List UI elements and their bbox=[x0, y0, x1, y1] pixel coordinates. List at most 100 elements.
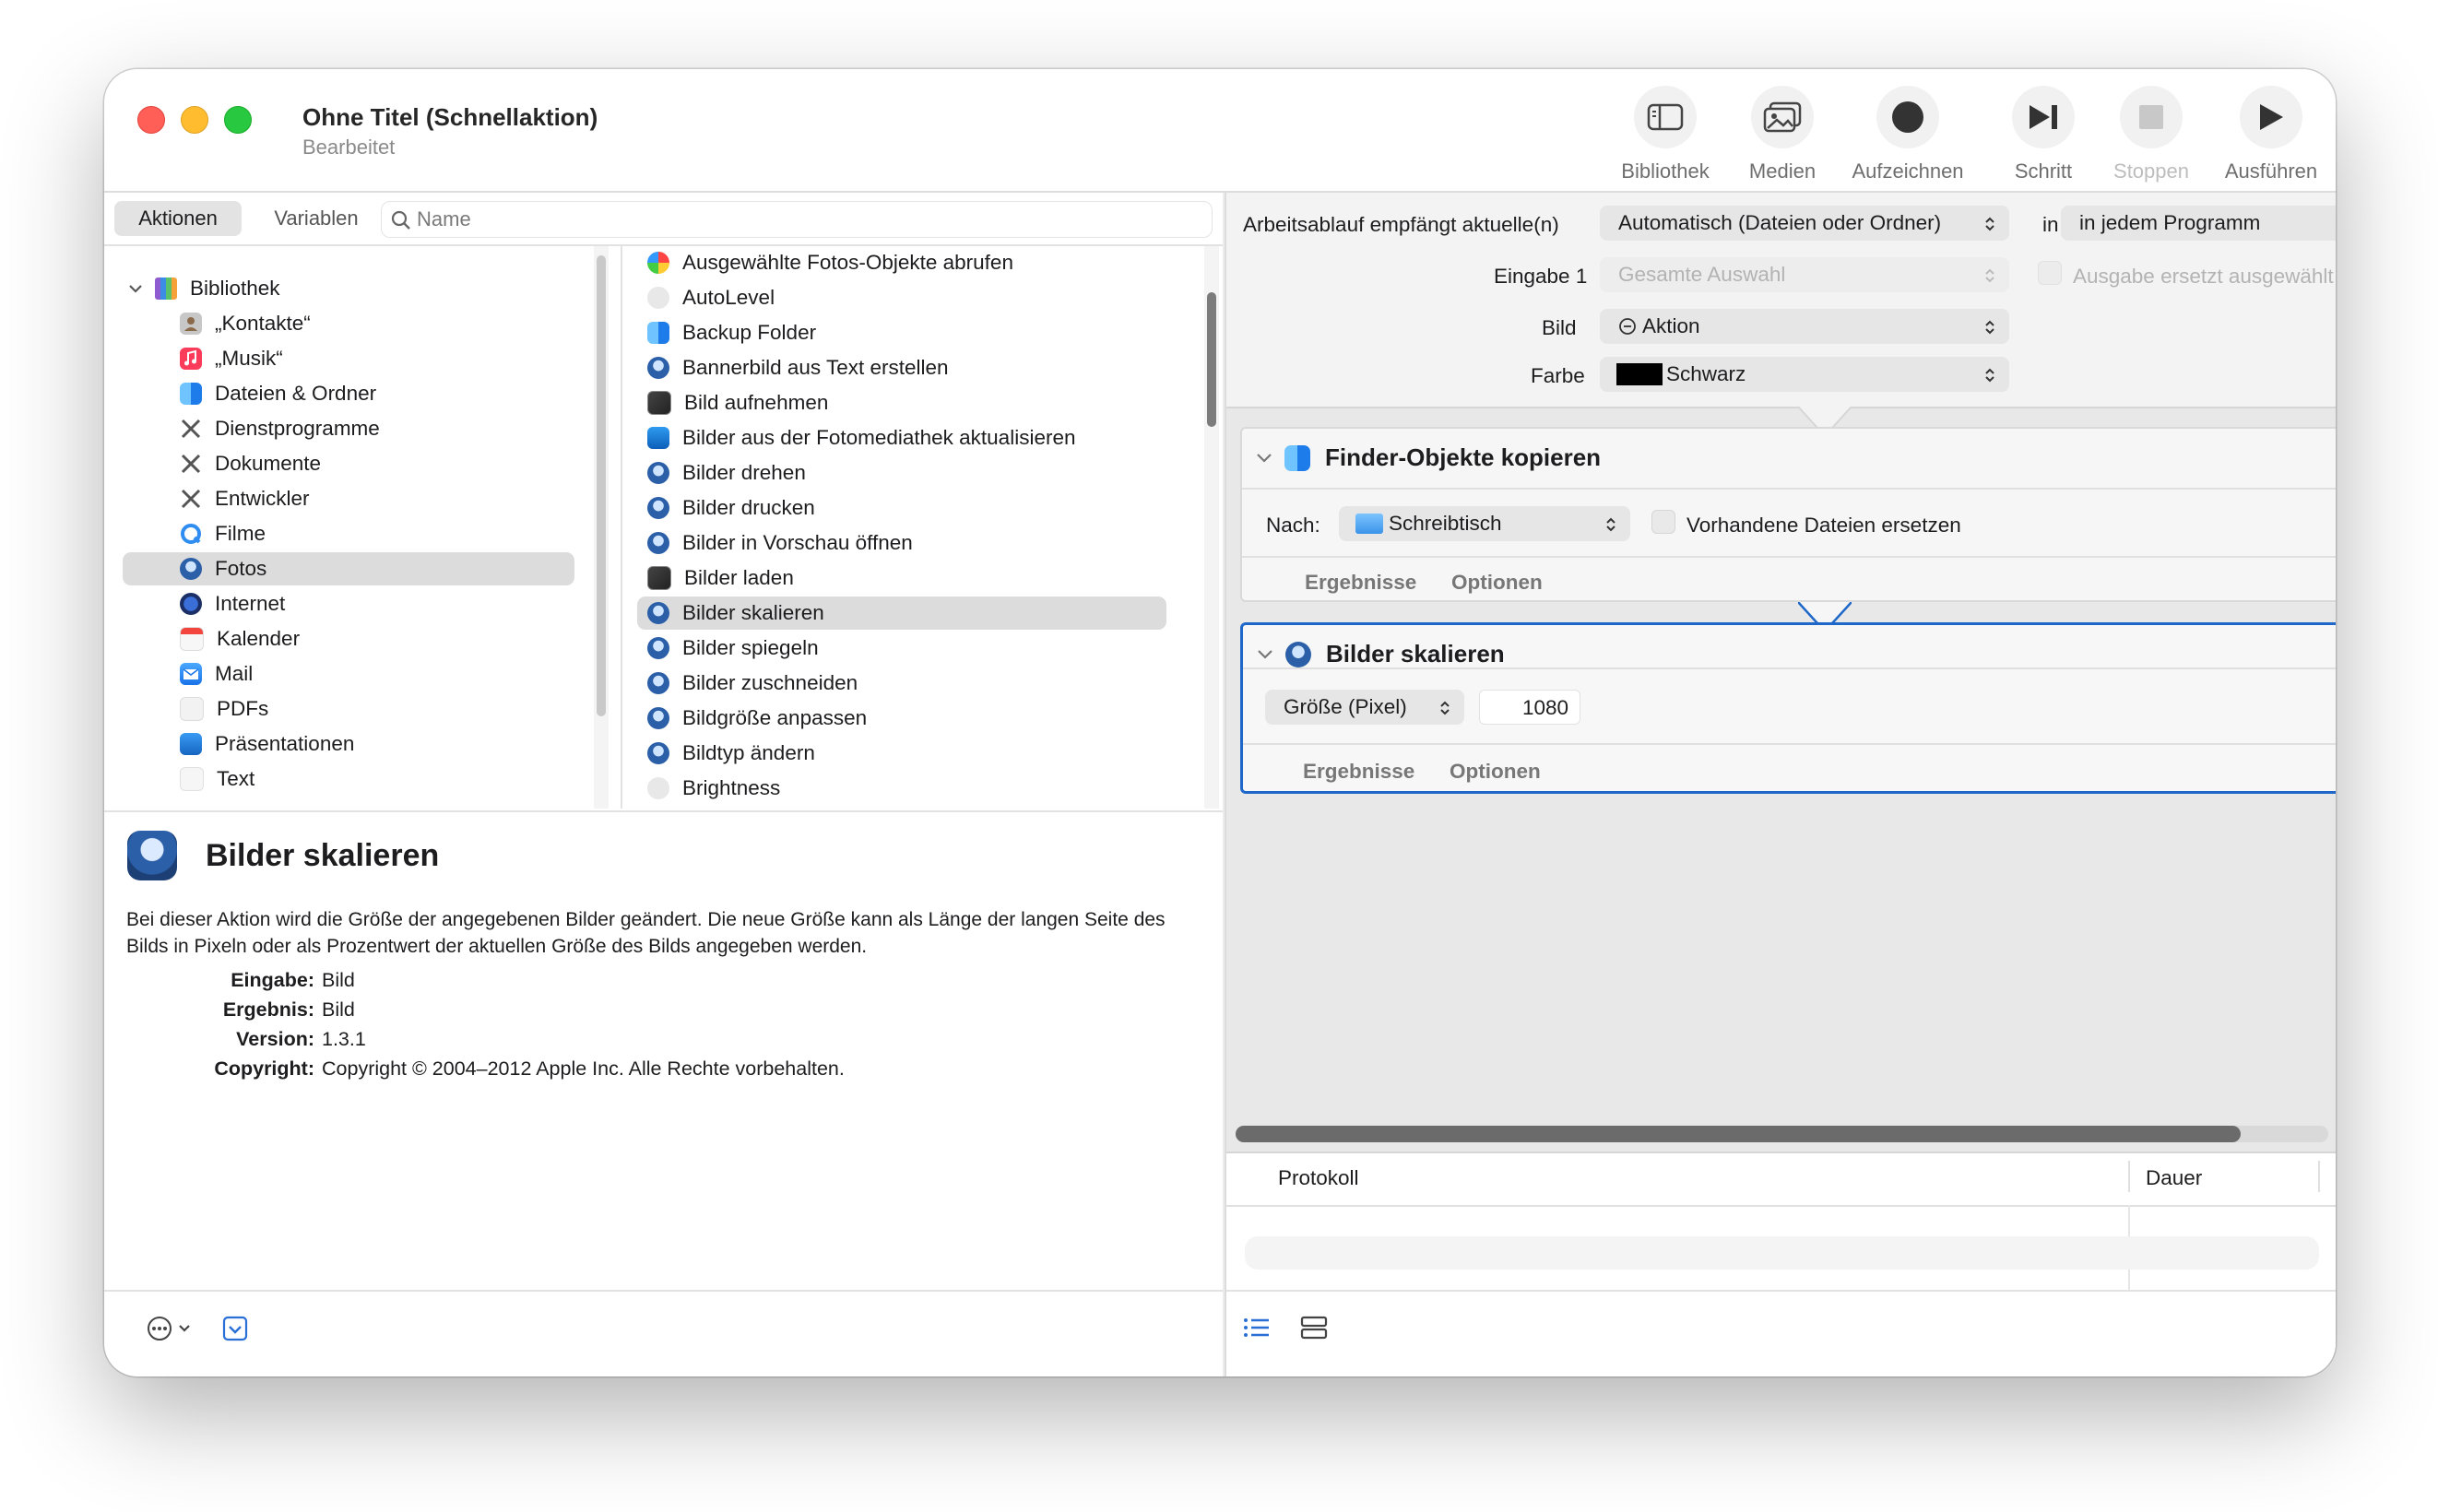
scanner-icon bbox=[127, 831, 177, 880]
list-item[interactable]: Ausgewählte Fotos-Objekte abrufen bbox=[647, 246, 1013, 279]
sidebar-item-pdfs[interactable]: PDFs bbox=[180, 692, 268, 726]
step-icon bbox=[2012, 86, 2075, 148]
list-item[interactable]: Bilder zuschneiden bbox=[647, 667, 858, 700]
sidebar-item-utilities[interactable]: Dienstprogramme bbox=[180, 412, 380, 445]
options-link[interactable]: Optionen bbox=[1451, 571, 1543, 595]
list-item[interactable]: Bildgröße anpassen bbox=[647, 702, 867, 735]
run-button[interactable]: Ausführen bbox=[2207, 86, 2336, 183]
scanner-icon bbox=[180, 558, 202, 580]
card-divider bbox=[1243, 667, 2336, 669]
sidebar-item-photos[interactable]: Fotos bbox=[123, 552, 574, 585]
minimize-button[interactable] bbox=[181, 106, 208, 134]
scanner-icon bbox=[647, 497, 669, 519]
split-view-button[interactable] bbox=[1300, 1316, 1328, 1344]
sidebar-item-files[interactable]: Dateien & Ordner bbox=[180, 377, 376, 410]
description-title: Bilder skalieren bbox=[206, 838, 440, 873]
meta-version: Version: 1.3.1 bbox=[236, 1028, 366, 1050]
chevron-square-icon bbox=[222, 1316, 248, 1341]
list-item[interactable]: Bilder spiegeln bbox=[647, 632, 819, 665]
sidebar-item-internet[interactable]: Internet bbox=[180, 587, 285, 620]
scanner-icon bbox=[647, 462, 669, 484]
replace-files-label: Vorhandene Dateien ersetzen bbox=[1686, 514, 1961, 537]
sidebar-item-mail[interactable]: Mail bbox=[180, 657, 253, 691]
list-item-selected[interactable]: Bilder skalieren bbox=[637, 597, 1166, 630]
photos-app-icon bbox=[647, 252, 669, 274]
action-card-scale-images[interactable]: Bilder skalieren Größe (Pixel) 1080 Erge… bbox=[1240, 622, 2336, 794]
destination-popup[interactable]: Schreibtisch bbox=[1339, 506, 1630, 541]
list-item[interactable]: Bannerbild aus Text erstellen bbox=[647, 351, 949, 384]
list-item[interactable]: Bilder in Vorschau öffnen bbox=[647, 526, 913, 560]
list-item[interactable]: Backup Folder bbox=[647, 316, 816, 349]
list-item[interactable]: Bilder aus der Fotomediathek aktualisier… bbox=[647, 421, 1075, 455]
application-popup[interactable]: in jedem Programm bbox=[2061, 206, 2336, 241]
list-item[interactable]: AutoLevel bbox=[647, 281, 775, 314]
list-item[interactable]: Brightness bbox=[647, 772, 780, 805]
list-item[interactable]: Bildtyp ändern bbox=[647, 737, 815, 770]
text-document-icon bbox=[180, 767, 204, 791]
library-button[interactable]: Bibliothek bbox=[1610, 86, 1721, 183]
replace-files-checkbox[interactable] bbox=[1651, 510, 1675, 534]
action-menu-button[interactable] bbox=[147, 1316, 196, 1346]
sidebar-item-movies[interactable]: Filme bbox=[180, 517, 266, 550]
sidebar-item-music[interactable]: „Musik“ bbox=[180, 342, 283, 375]
replace-output-checkbox[interactable] bbox=[2038, 261, 2062, 285]
media-button[interactable]: Medien bbox=[1727, 86, 1838, 183]
log-column-header[interactable]: Protokoll bbox=[1278, 1166, 1359, 1190]
results-link[interactable]: Ergebnisse bbox=[1303, 760, 1414, 784]
actions-scrollbar[interactable] bbox=[1207, 292, 1216, 427]
results-link[interactable]: Ergebnisse bbox=[1305, 571, 1416, 595]
mail-icon bbox=[180, 663, 202, 685]
titlebar: Ohne Titel (Schnellaktion) Bearbeitet Bi… bbox=[104, 69, 2336, 193]
duration-column-header[interactable]: Dauer bbox=[2146, 1166, 2202, 1190]
library-scrollbar[interactable] bbox=[597, 255, 606, 716]
chevron-down-icon bbox=[129, 285, 142, 293]
chevron-down-icon[interactable] bbox=[1256, 647, 1274, 662]
tab-actions[interactable]: Aktionen bbox=[114, 201, 242, 236]
receives-popup[interactable]: Automatisch (Dateien oder Ordner) bbox=[1600, 206, 2009, 241]
column-divider bbox=[2318, 1161, 2320, 1192]
sidebar-item-contacts[interactable]: „Kontakte“ bbox=[180, 307, 311, 340]
workflow-header: Arbeitsablauf empfängt aktuelle(n) Autom… bbox=[1226, 193, 2336, 408]
search-input[interactable] bbox=[415, 206, 1193, 233]
scrollbar-thumb[interactable] bbox=[1236, 1126, 2241, 1142]
action-gear-icon bbox=[1619, 318, 1636, 335]
list-item[interactable]: Bilder laden bbox=[647, 561, 794, 595]
globe-icon bbox=[180, 593, 202, 615]
chevron-down-icon[interactable] bbox=[1255, 451, 1273, 466]
updown-chevron-icon bbox=[1606, 517, 1615, 532]
options-link[interactable]: Optionen bbox=[1450, 760, 1541, 784]
list-item[interactable]: Bild aufnehmen bbox=[647, 386, 828, 419]
sidebar-item-developer[interactable]: Entwickler bbox=[180, 482, 310, 515]
scale-mode-popup[interactable]: Größe (Pixel) bbox=[1265, 690, 1464, 725]
keynote-icon bbox=[180, 733, 202, 755]
image-popup[interactable]: Aktion bbox=[1600, 309, 2009, 344]
in-label: in bbox=[2042, 213, 2059, 236]
action-card-copy-finder-items[interactable]: Finder-Objekte kopieren Nach: Schreibtis… bbox=[1240, 427, 2336, 602]
list-item[interactable]: Bilder drucken bbox=[647, 491, 815, 525]
workflow-horizontal-scrollbar[interactable] bbox=[1236, 1126, 2328, 1142]
size-input[interactable]: 1080 bbox=[1479, 690, 1580, 725]
step-button[interactable]: Schritt bbox=[1988, 86, 2099, 183]
sidebar-item-documents[interactable]: Dokumente bbox=[180, 447, 321, 480]
tools-icon bbox=[180, 418, 202, 440]
zoom-button[interactable] bbox=[224, 106, 252, 134]
tools-icon bbox=[180, 453, 202, 475]
contacts-icon bbox=[180, 313, 202, 335]
close-button[interactable] bbox=[137, 106, 165, 134]
color-popup[interactable]: Schwarz bbox=[1600, 357, 2009, 392]
description-toggle-button[interactable] bbox=[222, 1316, 248, 1346]
input-popup[interactable]: Gesamte Auswahl bbox=[1600, 257, 2009, 292]
description-text: Bei dieser Aktion wird die Größe der ang… bbox=[126, 909, 1166, 957]
sidebar-item-text[interactable]: Text bbox=[180, 762, 254, 796]
stop-button[interactable]: Stoppen bbox=[2096, 86, 2207, 183]
library-root[interactable]: Bibliothek bbox=[127, 272, 280, 305]
finder-icon bbox=[1284, 445, 1310, 471]
action-description: Bilder skalieren Bei dieser Aktion wird … bbox=[104, 810, 1223, 1292]
library-list: Bibliothek „Kontakte“ „Musik“ Dateien & … bbox=[104, 246, 622, 809]
list-item[interactable]: Bilder drehen bbox=[647, 456, 806, 490]
sidebar-item-presentations[interactable]: Präsentationen bbox=[180, 727, 354, 761]
record-button[interactable]: Aufzeichnen bbox=[1843, 86, 1972, 183]
tab-variables[interactable]: Variablen bbox=[252, 201, 381, 236]
sidebar-item-calendar[interactable]: Kalender bbox=[180, 622, 300, 656]
list-view-button[interactable] bbox=[1243, 1316, 1271, 1344]
